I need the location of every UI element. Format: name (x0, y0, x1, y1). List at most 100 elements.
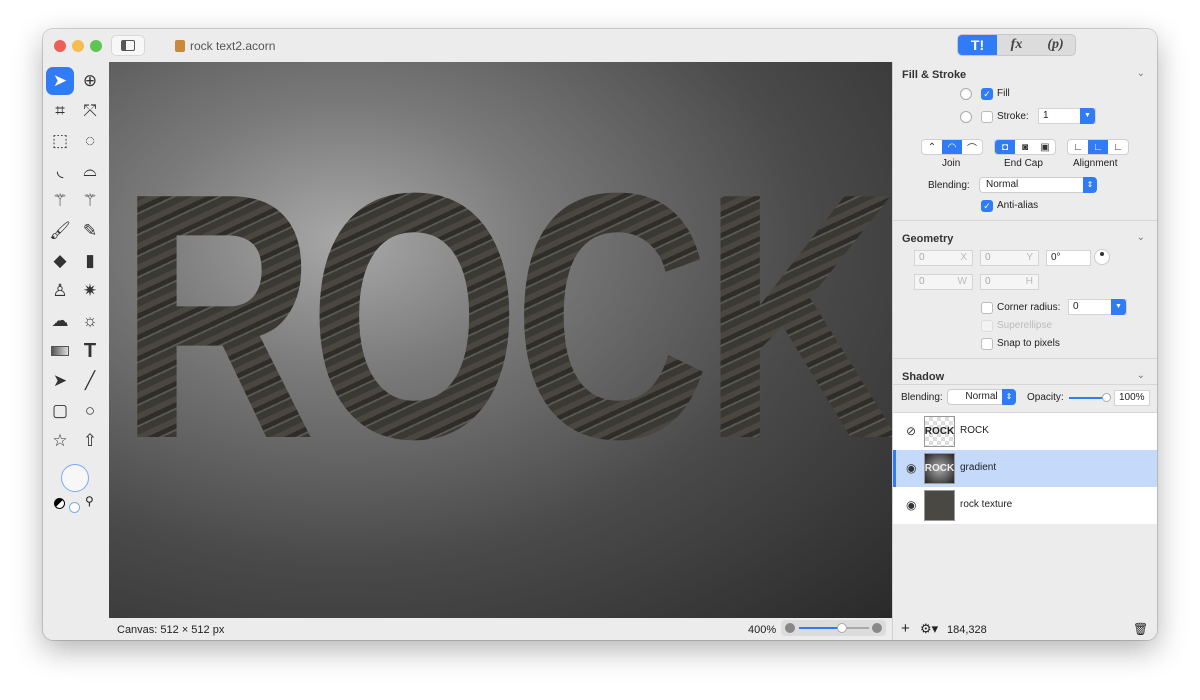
layers-footer: + ⚙▾ 184,328 🗑 (893, 619, 1157, 640)
opacity-field[interactable]: 100% (1114, 390, 1150, 406)
corner-radius-field[interactable]: 0 ▼ (1068, 299, 1127, 315)
height-field[interactable]: 0H (980, 274, 1039, 290)
add-layer-icon[interactable]: + (901, 620, 910, 637)
zoom-slider-thumb[interactable] (837, 623, 847, 633)
circle-icon[interactable]: ○ (76, 397, 104, 425)
h-value: 0 (985, 276, 991, 287)
endcap-label: End Cap (1004, 158, 1043, 169)
layers-list: ⊘ ROCK ROCK ◉ ROCK gradient ◉ rock textu… (893, 412, 1157, 524)
eye-icon[interactable]: ◉ (906, 498, 916, 512)
clone-stamp-icon[interactable]: ♙ (46, 277, 74, 305)
layer-name: rock texture (960, 499, 1013, 510)
minimize-button[interactable] (72, 40, 84, 52)
ellipse-select-icon[interactable]: ◌ (76, 127, 104, 155)
chevron-down-icon[interactable]: ⌄ (1137, 68, 1145, 79)
antialias-checkbox[interactable]: ✓ (981, 200, 993, 212)
layer-row[interactable]: ⊘ ROCK ROCK (893, 413, 1157, 450)
cap-square-icon[interactable]: ▣ (1035, 140, 1055, 154)
eyedropper-zoom-icon[interactable]: ⚲ (85, 494, 94, 508)
layer-row[interactable]: ◉ rock texture (893, 487, 1157, 524)
angle-field[interactable]: 0° (1046, 250, 1091, 266)
paint-bucket-icon[interactable]: ◆ (46, 247, 74, 275)
select-arrow-icon[interactable]: ➤ (46, 67, 74, 95)
stroke-checkbox[interactable] (981, 111, 993, 123)
shadow-title: Shadow (902, 371, 945, 383)
tab-p[interactable]: (p) (1036, 35, 1075, 55)
close-button[interactable] (54, 40, 66, 52)
trash-icon[interactable]: 🗑 (1133, 622, 1148, 636)
zoom-button[interactable] (90, 40, 102, 52)
fill-color-radio[interactable] (960, 88, 972, 100)
endcap-segment: ◘ ◙ ▣ (994, 139, 1056, 155)
polygon-lasso-icon[interactable]: ⌓ (76, 157, 104, 185)
sidebar-icon (121, 40, 135, 51)
rect-select-icon[interactable]: ⬚ (46, 127, 74, 155)
alignment-segment: ∟ ∟ ∟ (1067, 139, 1129, 155)
snap-checkbox[interactable] (981, 338, 993, 350)
superellipse-label: Superellipse (997, 320, 1053, 331)
corner-radius-checkbox[interactable] (981, 302, 993, 314)
fill-checkbox[interactable]: ✓ (981, 88, 993, 100)
color-wand-icon[interactable]: ⚚ (76, 187, 104, 215)
w-suffix: W (957, 276, 967, 287)
cloud-icon[interactable]: ☁ (46, 307, 74, 335)
blending-popup[interactable]: Normal ⇕ (979, 177, 1097, 193)
brush-icon[interactable]: 🖌 (46, 217, 74, 245)
color-well[interactable] (61, 464, 89, 492)
join-miter-icon[interactable]: ⌃ (922, 140, 942, 154)
join-segment: ⌃ ◠ ⌒ (921, 139, 983, 155)
align-outside-icon[interactable]: ∟ (1108, 140, 1128, 154)
eraser-icon[interactable]: ▮ (76, 247, 104, 275)
cap-round-icon[interactable]: ◙ (1015, 140, 1035, 154)
sidebar-toggle-button[interactable] (111, 35, 145, 56)
zoom-slider[interactable] (781, 620, 886, 636)
zoom-out-icon[interactable] (785, 623, 795, 633)
opacity-slider[interactable] (1069, 393, 1111, 402)
pencil-icon[interactable]: ✎ (76, 217, 104, 245)
zoom-tool-icon[interactable]: ⊕ (76, 67, 104, 95)
star-icon[interactable]: ☆ (46, 427, 74, 455)
shadow-blending-popup[interactable]: Normal ⇕ (947, 389, 1016, 405)
background-color-well[interactable] (69, 502, 80, 513)
eye-hidden-icon[interactable]: ⊘ (906, 424, 916, 438)
line-icon[interactable]: ╱ (76, 367, 104, 395)
eye-icon[interactable]: ◉ (906, 461, 916, 475)
width-field[interactable]: 0W (914, 274, 973, 290)
layer-row[interactable]: ◉ ROCK gradient (893, 450, 1157, 487)
zoom-in-icon[interactable] (872, 623, 882, 633)
sun-icon[interactable]: ☼ (76, 307, 104, 335)
align-inside-icon[interactable]: ∟ (1068, 140, 1088, 154)
dropdown-icon[interactable]: ▼ (1111, 299, 1126, 315)
gear-icon[interactable]: ⚙▾ (920, 621, 938, 637)
align-center-icon[interactable]: ∟ (1088, 140, 1108, 154)
lasso-icon[interactable]: ◟ (46, 157, 74, 185)
join-bevel-icon[interactable]: ⌒ (962, 140, 982, 155)
swap-colors-icon[interactable] (54, 498, 65, 509)
y-field[interactable]: 0Y (980, 250, 1039, 266)
layer-count: 184,328 (947, 624, 987, 636)
dropdown-icon[interactable]: ▼ (1080, 108, 1095, 124)
image-canvas[interactable]: ROCK (109, 62, 892, 618)
magic-wand-icon[interactable]: ⚚ (46, 187, 74, 215)
cap-butt-icon[interactable]: ◘ (995, 140, 1015, 154)
angle-dial[interactable] (1094, 249, 1110, 265)
gradient-icon[interactable] (46, 337, 74, 365)
text-tool-icon[interactable]: T (76, 337, 104, 365)
chevron-down-icon[interactable]: ⌄ (1137, 370, 1145, 381)
tab-fx[interactable]: fx (997, 35, 1036, 55)
bezier-pen-icon[interactable]: ➤ (46, 367, 74, 395)
crop-icon[interactable]: ⌗ (46, 97, 74, 125)
smudge-icon[interactable]: ✷ (76, 277, 104, 305)
arrow-up-icon[interactable]: ⇧ (76, 427, 104, 455)
rectangle-icon[interactable]: ▢ (46, 397, 74, 425)
zoom-level: 400% (748, 624, 777, 636)
tab-tools[interactable]: T! (958, 35, 997, 55)
opacity-label: Opacity: (1027, 392, 1064, 403)
stroke-color-radio[interactable] (960, 111, 972, 123)
transform-icon[interactable]: ⤧ (76, 97, 104, 125)
join-round-icon[interactable]: ◠ (942, 140, 962, 154)
blending-value: Normal (986, 179, 1019, 190)
x-field[interactable]: 0X (914, 250, 973, 266)
stroke-width-field[interactable]: 1 ▼ (1038, 108, 1096, 124)
chevron-down-icon[interactable]: ⌄ (1137, 232, 1145, 243)
